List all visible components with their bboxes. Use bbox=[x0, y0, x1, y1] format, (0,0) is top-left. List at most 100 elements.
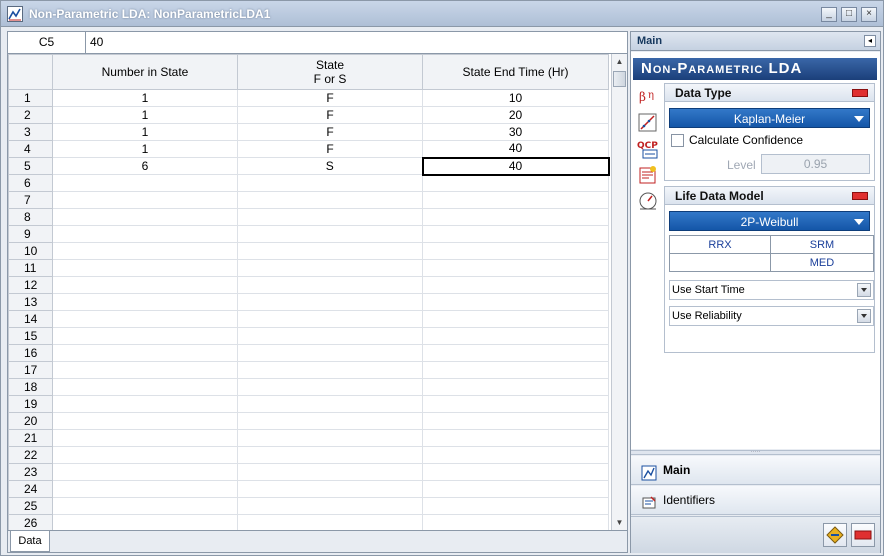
srm-option[interactable]: SRM bbox=[770, 235, 874, 254]
row-number[interactable]: 9 bbox=[8, 225, 53, 243]
cell-number-in-state[interactable] bbox=[52, 344, 238, 362]
cell-state[interactable] bbox=[237, 361, 423, 379]
cell-state[interactable] bbox=[237, 412, 423, 430]
cell-number-in-state[interactable] bbox=[52, 242, 238, 260]
cell-state[interactable] bbox=[237, 395, 423, 413]
results-toggle-icon[interactable] bbox=[851, 523, 875, 547]
cell-state-end-time[interactable] bbox=[422, 259, 609, 277]
row-number[interactable]: 3 bbox=[8, 123, 53, 141]
distribution-select[interactable]: 2P-Weibull bbox=[669, 211, 870, 231]
sigma-mu-icon[interactable]: βη bbox=[637, 86, 659, 108]
cell-number-in-state[interactable] bbox=[52, 208, 238, 226]
start-time-dropdown[interactable]: Use Start Time bbox=[669, 280, 874, 300]
cell-state[interactable]: F bbox=[237, 89, 423, 107]
cell-number-in-state[interactable] bbox=[52, 514, 238, 530]
row-number[interactable]: 12 bbox=[8, 276, 53, 294]
minimize-icon[interactable]: _ bbox=[821, 7, 837, 22]
scroll-down-icon[interactable]: ▼ bbox=[612, 515, 627, 530]
cell-number-in-state[interactable]: 6 bbox=[52, 157, 238, 175]
scroll-up-icon[interactable]: ▲ bbox=[612, 54, 627, 69]
cell-number-in-state[interactable] bbox=[52, 310, 238, 328]
cell-state[interactable] bbox=[237, 514, 423, 530]
gauge-icon[interactable] bbox=[637, 190, 659, 212]
cell-state[interactable] bbox=[237, 310, 423, 328]
cell-state[interactable]: F bbox=[237, 140, 423, 158]
cell-state[interactable] bbox=[237, 174, 423, 192]
cell-number-in-state[interactable] bbox=[52, 480, 238, 498]
row-number[interactable]: 1 bbox=[8, 89, 53, 107]
cell-state-end-time[interactable]: 20 bbox=[422, 106, 609, 124]
cell-number-in-state[interactable] bbox=[52, 174, 238, 192]
cell-number-in-state[interactable] bbox=[52, 361, 238, 379]
cell-state-end-time[interactable] bbox=[422, 344, 609, 362]
row-number[interactable]: 15 bbox=[8, 327, 53, 345]
cell-state[interactable] bbox=[237, 276, 423, 294]
cell-state[interactable] bbox=[237, 242, 423, 260]
cell-number-in-state[interactable] bbox=[52, 293, 238, 311]
cell-state-end-time[interactable] bbox=[422, 242, 609, 260]
cell-number-in-state[interactable] bbox=[52, 446, 238, 464]
scroll-thumb[interactable] bbox=[613, 71, 626, 87]
calculate-confidence-checkbox[interactable] bbox=[671, 134, 684, 148]
cell-state-end-time[interactable] bbox=[422, 225, 609, 243]
row-number[interactable]: 21 bbox=[8, 429, 53, 447]
row-number[interactable]: 20 bbox=[8, 412, 53, 430]
cell-state[interactable] bbox=[237, 429, 423, 447]
cell-state-end-time[interactable]: 30 bbox=[422, 123, 609, 141]
qcp-icon[interactable]: QCP bbox=[637, 138, 659, 160]
collapse-toggle-icon[interactable] bbox=[852, 89, 868, 97]
collapse-toggle-icon[interactable] bbox=[852, 192, 868, 200]
nav-identifiers[interactable]: Identifiers bbox=[631, 486, 880, 515]
cell-number-in-state[interactable] bbox=[52, 225, 238, 243]
cell-number-in-state[interactable]: 1 bbox=[52, 123, 238, 141]
calculate-confidence-row[interactable]: Calculate Confidence bbox=[671, 132, 803, 148]
cell-number-in-state[interactable]: 1 bbox=[52, 106, 238, 124]
cell-number-in-state[interactable]: 1 bbox=[52, 140, 238, 158]
cell-number-in-state[interactable] bbox=[52, 429, 238, 447]
report-icon[interactable] bbox=[637, 164, 659, 186]
row-number[interactable]: 14 bbox=[8, 310, 53, 328]
maximize-icon[interactable]: □ bbox=[841, 7, 857, 22]
row-number[interactable]: 19 bbox=[8, 395, 53, 413]
vertical-scrollbar[interactable]: ▲ ▼ bbox=[611, 54, 627, 530]
cell-state[interactable] bbox=[237, 293, 423, 311]
row-number[interactable]: 13 bbox=[8, 293, 53, 311]
cell-state-end-time[interactable] bbox=[422, 361, 609, 379]
cell-number-in-state[interactable] bbox=[52, 412, 238, 430]
row-number[interactable]: 8 bbox=[8, 208, 53, 226]
cell-state-end-time[interactable] bbox=[422, 412, 609, 430]
row-number[interactable]: 25 bbox=[8, 497, 53, 515]
cell-number-in-state[interactable] bbox=[52, 191, 238, 209]
row-number[interactable]: 10 bbox=[8, 242, 53, 260]
row-number[interactable]: 7 bbox=[8, 191, 53, 209]
collapse-panel-icon[interactable]: ◂ bbox=[864, 35, 876, 47]
cell-state[interactable] bbox=[237, 497, 423, 515]
column-header-state[interactable]: State F or S bbox=[237, 54, 423, 90]
cell-state-end-time[interactable] bbox=[422, 208, 609, 226]
cell-state-end-time[interactable] bbox=[422, 276, 609, 294]
cell-state[interactable] bbox=[237, 344, 423, 362]
chevron-down-icon[interactable] bbox=[857, 283, 871, 297]
cell-state[interactable]: F bbox=[237, 106, 423, 124]
cell-state-end-time[interactable] bbox=[422, 327, 609, 345]
sheet-tab-data[interactable]: Data bbox=[10, 531, 50, 552]
cell-number-in-state[interactable] bbox=[52, 378, 238, 396]
cell-state-end-time[interactable] bbox=[422, 310, 609, 328]
data-type-select[interactable]: Kaplan-Meier bbox=[669, 108, 870, 128]
cell-number-in-state[interactable] bbox=[52, 276, 238, 294]
row-number[interactable]: 16 bbox=[8, 344, 53, 362]
data-type-header[interactable]: Data Type bbox=[665, 84, 874, 102]
cell-state[interactable] bbox=[237, 208, 423, 226]
cell-reference[interactable]: C5 bbox=[8, 32, 86, 53]
row-number[interactable]: 22 bbox=[8, 446, 53, 464]
cell-number-in-state[interactable] bbox=[52, 395, 238, 413]
cell-state[interactable] bbox=[237, 463, 423, 481]
cell-value-input[interactable]: 40 bbox=[88, 32, 626, 53]
cell-state-end-time[interactable] bbox=[422, 395, 609, 413]
corner-cell[interactable] bbox=[8, 54, 53, 90]
cell-state[interactable] bbox=[237, 480, 423, 498]
cell-state[interactable] bbox=[237, 446, 423, 464]
cell-state[interactable] bbox=[237, 259, 423, 277]
reliability-dropdown[interactable]: Use Reliability bbox=[669, 306, 874, 326]
cell-state[interactable] bbox=[237, 191, 423, 209]
